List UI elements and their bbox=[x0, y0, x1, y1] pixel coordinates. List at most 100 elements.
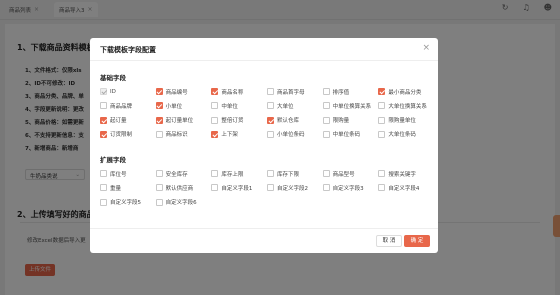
extended-section-title: 扩展字段 bbox=[100, 156, 126, 164]
field-label: 自定义字段2 bbox=[277, 185, 308, 192]
field-checkbox[interactable]: 默认仓库 bbox=[267, 116, 323, 125]
field-checkbox[interactable]: 起订量 bbox=[100, 116, 156, 125]
checkbox-icon[interactable] bbox=[155, 130, 163, 138]
checkbox-icon[interactable] bbox=[378, 88, 386, 95]
checkbox-icon[interactable] bbox=[155, 198, 163, 206]
field-checkbox[interactable]: 库存上限 bbox=[211, 169, 267, 178]
field-label: 订货限制 bbox=[110, 132, 133, 139]
field-label: 默认仓库 bbox=[277, 118, 300, 125]
field-checkbox[interactable]: 默认供应商 bbox=[155, 183, 212, 192]
field-label: 中单位换算关系 bbox=[332, 103, 372, 110]
checkbox-icon[interactable] bbox=[211, 88, 219, 95]
modal-title: 下载模板字段配置 bbox=[100, 46, 156, 54]
basic-section-title: 基础字段 bbox=[100, 74, 126, 82]
checkbox-icon[interactable] bbox=[267, 102, 274, 110]
field-label: 起订量单位 bbox=[165, 118, 194, 125]
field-checkbox[interactable]: 排序值 bbox=[322, 87, 379, 96]
field-checkbox[interactable]: 自定义字段4 bbox=[378, 183, 434, 192]
checkbox-icon[interactable] bbox=[211, 116, 219, 124]
field-checkbox[interactable]: 商品首字母 bbox=[267, 87, 323, 96]
field-checkbox[interactable]: 最小商品分类 bbox=[378, 87, 434, 96]
checkbox-icon[interactable] bbox=[100, 170, 107, 177]
checkbox-icon[interactable] bbox=[155, 102, 163, 110]
field-checkbox[interactable]: 小单位条码 bbox=[267, 130, 323, 139]
field-checkbox[interactable]: 大单位换算关系 bbox=[378, 101, 434, 110]
field-label: 库存下限 bbox=[277, 171, 300, 178]
checkbox-icon[interactable] bbox=[155, 116, 163, 124]
confirm-button[interactable]: 确 定 bbox=[404, 235, 430, 247]
field-checkbox[interactable]: 商品名称 bbox=[211, 87, 267, 96]
field-checkbox[interactable]: 大单位条码 bbox=[378, 130, 434, 139]
checkbox-icon[interactable] bbox=[100, 102, 107, 110]
field-checkbox[interactable]: 商品型号 bbox=[322, 169, 379, 178]
field-checkbox[interactable]: 库位号 bbox=[100, 169, 156, 178]
checkbox-icon[interactable] bbox=[211, 130, 219, 138]
field-checkbox[interactable]: 中单位 bbox=[211, 101, 267, 110]
checkbox-icon[interactable] bbox=[267, 116, 274, 124]
field-checkbox[interactable]: 限购量单位 bbox=[378, 116, 434, 125]
field-label: 商品标识 bbox=[165, 132, 188, 139]
checkbox-icon[interactable] bbox=[211, 170, 219, 177]
checkbox-icon[interactable] bbox=[322, 102, 330, 110]
checkbox-icon[interactable] bbox=[155, 88, 163, 95]
checkbox-icon[interactable] bbox=[322, 88, 330, 95]
checkbox-icon[interactable] bbox=[267, 184, 274, 192]
field-label: 自定义字段1 bbox=[221, 185, 253, 192]
field-checkbox[interactable]: 自定义字段3 bbox=[322, 183, 379, 192]
checkbox-icon[interactable] bbox=[322, 170, 330, 177]
checkbox-icon[interactable] bbox=[267, 170, 274, 177]
field-label: 小单位 bbox=[165, 103, 183, 110]
field-checkbox[interactable]: 商品编号 bbox=[155, 87, 212, 96]
field-checkbox[interactable]: 中单位换算关系 bbox=[322, 101, 379, 110]
field-label: ID bbox=[110, 88, 116, 95]
field-checkbox[interactable]: 限购量 bbox=[322, 116, 379, 125]
checkbox-icon[interactable] bbox=[322, 184, 330, 192]
checkbox-icon[interactable] bbox=[267, 88, 274, 95]
checkbox-icon[interactable] bbox=[100, 130, 107, 138]
field-label: 大单位换算关系 bbox=[388, 103, 427, 110]
field-label: 大单位条码 bbox=[388, 132, 416, 139]
field-checkbox[interactable]: 库存下限 bbox=[267, 169, 323, 178]
field-checkbox[interactable]: 自定义字段1 bbox=[211, 183, 267, 192]
field-label: 安全库存 bbox=[165, 171, 188, 178]
cancel-button[interactable]: 取 消 bbox=[376, 235, 402, 247]
checkbox-icon[interactable] bbox=[267, 130, 274, 138]
checkbox-icon[interactable] bbox=[100, 198, 107, 206]
field-checkbox[interactable]: 重量 bbox=[100, 183, 156, 192]
field-checkbox[interactable]: 上下架 bbox=[211, 130, 267, 139]
field-checkbox[interactable]: 起订量单位 bbox=[155, 116, 212, 125]
field-checkbox[interactable]: 自定义字段6 bbox=[155, 198, 212, 207]
field-checkbox[interactable]: 安全库存 bbox=[155, 169, 212, 178]
field-checkbox[interactable]: 自定义字段2 bbox=[267, 183, 323, 192]
basic-fields: ID 商品编号 商品名称 商品首字母 排序值 最小商品分类 商品品牌 小单位 中单位 大单位 中单位… bbox=[100, 87, 434, 139]
field-checkbox[interactable]: 自定义字段5 bbox=[100, 198, 156, 207]
field-label: 搜索关键字 bbox=[388, 171, 416, 178]
field-label: 上下架 bbox=[221, 132, 238, 139]
field-label: 默认供应商 bbox=[165, 185, 194, 192]
checkbox-icon[interactable] bbox=[155, 170, 163, 177]
checkbox-icon[interactable] bbox=[378, 102, 386, 110]
field-checkbox[interactable]: 整倍订货 bbox=[211, 116, 267, 125]
field-checkbox[interactable]: 小单位 bbox=[155, 101, 212, 110]
checkbox-icon[interactable] bbox=[378, 116, 386, 124]
checkbox-icon[interactable] bbox=[322, 116, 330, 124]
checkbox-icon[interactable] bbox=[378, 170, 386, 177]
close-icon[interactable]: × bbox=[422, 43, 430, 53]
checkbox-icon[interactable] bbox=[100, 116, 107, 124]
field-label: 限购量单位 bbox=[388, 118, 416, 125]
field-checkbox[interactable]: 订货限制 bbox=[100, 130, 156, 139]
field-checkbox[interactable]: 中单位条码 bbox=[322, 130, 379, 139]
checkbox-icon[interactable] bbox=[211, 184, 219, 192]
field-checkbox[interactable]: 商品标识 bbox=[155, 130, 212, 139]
field-checkbox[interactable]: 大单位 bbox=[267, 101, 323, 110]
field-checkbox[interactable]: 商品品牌 bbox=[100, 101, 156, 110]
checkbox-icon[interactable] bbox=[211, 102, 219, 110]
field-checkbox[interactable]: 搜索关键字 bbox=[378, 169, 434, 178]
checkbox-icon[interactable] bbox=[322, 130, 330, 138]
checkbox-icon[interactable] bbox=[100, 184, 107, 192]
checkbox-icon[interactable] bbox=[155, 184, 163, 192]
checkbox-icon[interactable] bbox=[378, 130, 386, 138]
field-label: 库位号 bbox=[110, 171, 127, 178]
checkbox-icon[interactable] bbox=[378, 184, 386, 192]
divider bbox=[90, 228, 438, 229]
